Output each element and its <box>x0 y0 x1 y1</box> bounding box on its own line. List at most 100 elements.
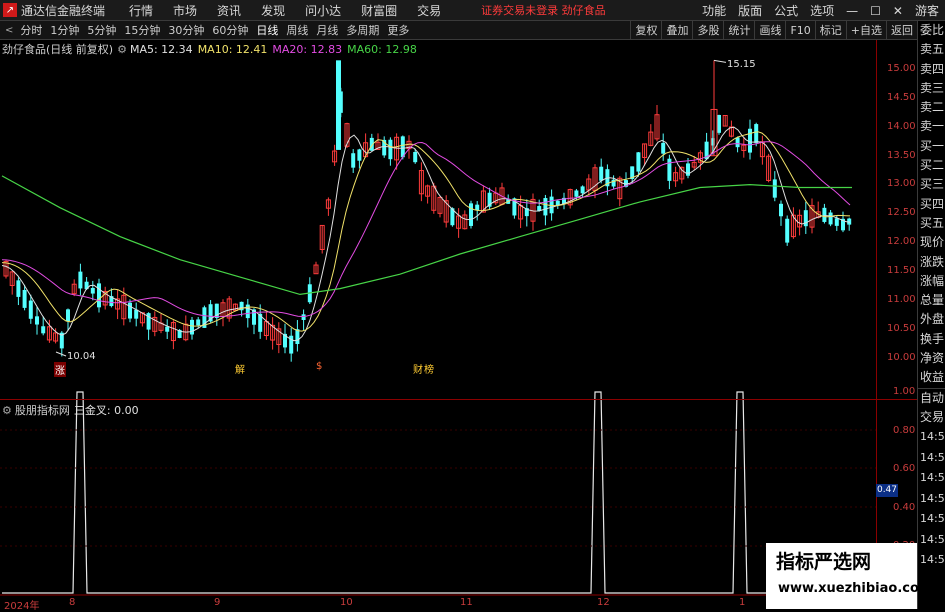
side-label: 卖四 <box>920 61 945 76</box>
side-label: 现价 <box>920 235 945 250</box>
event-marker[interactable]: 榜 <box>424 361 434 376</box>
price-tick: 14.00 <box>887 121 916 132</box>
candle-body <box>388 139 393 160</box>
price-tick: 12.50 <box>887 207 916 218</box>
date-tick: 11 <box>460 597 473 608</box>
price-axis-line <box>876 40 877 609</box>
watermark-url: www.xuezhibiao.com <box>778 581 933 596</box>
candle-body <box>772 179 777 198</box>
side-label: 买一 <box>920 138 945 153</box>
indicator-formula: 三金叉: 0.00 <box>73 404 139 417</box>
trade-time: 14:56 <box>920 471 945 485</box>
side-label: 净资 <box>920 351 945 366</box>
price-tick: 10.50 <box>887 323 916 334</box>
indicator-tick: 0.40 <box>893 502 916 513</box>
auto-trade-label[interactable]: 交易 <box>918 408 945 427</box>
side-label: 买五 <box>920 215 945 230</box>
ma10-value: MA10: 12.41 <box>197 42 268 56</box>
side-label: 总量 <box>920 293 945 308</box>
candle-body <box>785 218 790 243</box>
side-label: 收益 <box>920 370 945 385</box>
candle-body <box>475 204 480 211</box>
side-label: 卖三 <box>920 80 945 95</box>
candle-body <box>717 114 721 133</box>
side-label: 外盘 <box>920 312 945 327</box>
candle-body <box>336 60 341 150</box>
candle-body <box>134 309 139 319</box>
kline-chart[interactable] <box>0 0 945 609</box>
candle-body <box>735 137 740 148</box>
candle-body <box>35 316 39 325</box>
indicator-current-badge: 0.47 <box>876 484 898 497</box>
ma60-value: MA60: 12.98 <box>347 42 417 56</box>
candle-body <box>16 280 21 297</box>
indicator-tick: 1.00 <box>893 386 916 397</box>
ma60-line <box>1 175 852 296</box>
candle-body <box>828 212 833 225</box>
candle-body <box>41 326 46 334</box>
event-marker[interactable]: 财 <box>413 361 423 376</box>
candle-body <box>580 186 585 194</box>
panel-divider[interactable] <box>0 399 917 400</box>
candle-body <box>754 124 759 143</box>
indicator-tick: 0.80 <box>893 425 916 436</box>
price-tick: 11.00 <box>887 294 916 305</box>
side-label: 买三 <box>920 177 945 192</box>
event-marker[interactable]: 解 <box>235 361 245 376</box>
candle-body <box>357 149 362 161</box>
side-label: 换手 <box>920 331 945 346</box>
candle-body <box>295 329 300 345</box>
side-label: 卖二 <box>920 100 945 115</box>
date-tick: 1 <box>739 597 746 608</box>
candle-body <box>190 319 194 335</box>
indicator-title-row: ⚙ 股朋指标网 三金叉: 0.00 <box>2 402 139 418</box>
ma20-value: MA20: 12.83 <box>272 42 343 56</box>
ma5-value: MA5: 12.34 <box>129 42 193 56</box>
price-tick: 11.50 <box>887 265 916 276</box>
candle-body <box>661 142 666 154</box>
indicator-tick: 0.60 <box>893 463 916 474</box>
candle-body <box>165 326 170 332</box>
candle-body <box>413 151 418 163</box>
candle-body <box>469 203 473 226</box>
price-tick: 13.50 <box>887 150 916 161</box>
candle-body <box>351 153 356 168</box>
candle-body <box>66 309 70 322</box>
low-price-label: 10.04 <box>67 351 96 362</box>
stock-title: 劲仔食品(日线 前复权) <box>2 43 114 56</box>
trade-time: 14:56 <box>920 450 945 464</box>
candle-body <box>834 218 839 226</box>
auto-trade-label[interactable]: 自动 <box>918 387 945 408</box>
settings-icon[interactable]: ⚙ <box>117 43 127 56</box>
price-tick: 15.00 <box>887 63 916 74</box>
site-watermark: 指标严选网 www.xuezhibiao.com <box>766 543 932 609</box>
trade-time: 14:56 <box>920 491 945 505</box>
trade-time: 14:56 <box>920 512 945 526</box>
event-marker[interactable]: $ <box>316 361 322 372</box>
side-label: 涨跌 <box>920 254 945 269</box>
trade-time: 14:56 <box>920 553 945 567</box>
low-pointer <box>55 351 67 357</box>
candle-body <box>301 314 306 320</box>
watermark-title: 指标严选网 <box>776 551 872 573</box>
candle-body <box>667 158 672 181</box>
high-price-label: 15.15 <box>727 59 756 70</box>
chart-title-row: 劲仔食品(日线 前复权) ⚙ MA5: 12.34 MA10: 12.41 MA… <box>2 42 417 57</box>
candle-body <box>779 203 783 217</box>
candle-body <box>543 198 548 216</box>
price-tick: 14.50 <box>887 92 916 103</box>
date-tick: 2024年 <box>4 601 40 612</box>
candle-body <box>574 190 579 197</box>
price-tick: 10.00 <box>887 352 916 363</box>
event-marker[interactable]: 涨 <box>54 362 66 377</box>
date-tick: 12 <box>597 597 610 608</box>
settings-icon[interactable]: ⚙ <box>2 404 12 417</box>
side-label: 卖五 <box>920 42 945 57</box>
side-label: 涨幅 <box>920 273 945 288</box>
trade-time: 14:56 <box>920 532 945 546</box>
candle-body <box>28 300 33 319</box>
indicator-name[interactable]: 股朋指标网 <box>15 402 70 418</box>
side-label: 委比 <box>920 23 945 37</box>
candle-body <box>90 287 95 294</box>
date-tick: 10 <box>340 597 353 608</box>
